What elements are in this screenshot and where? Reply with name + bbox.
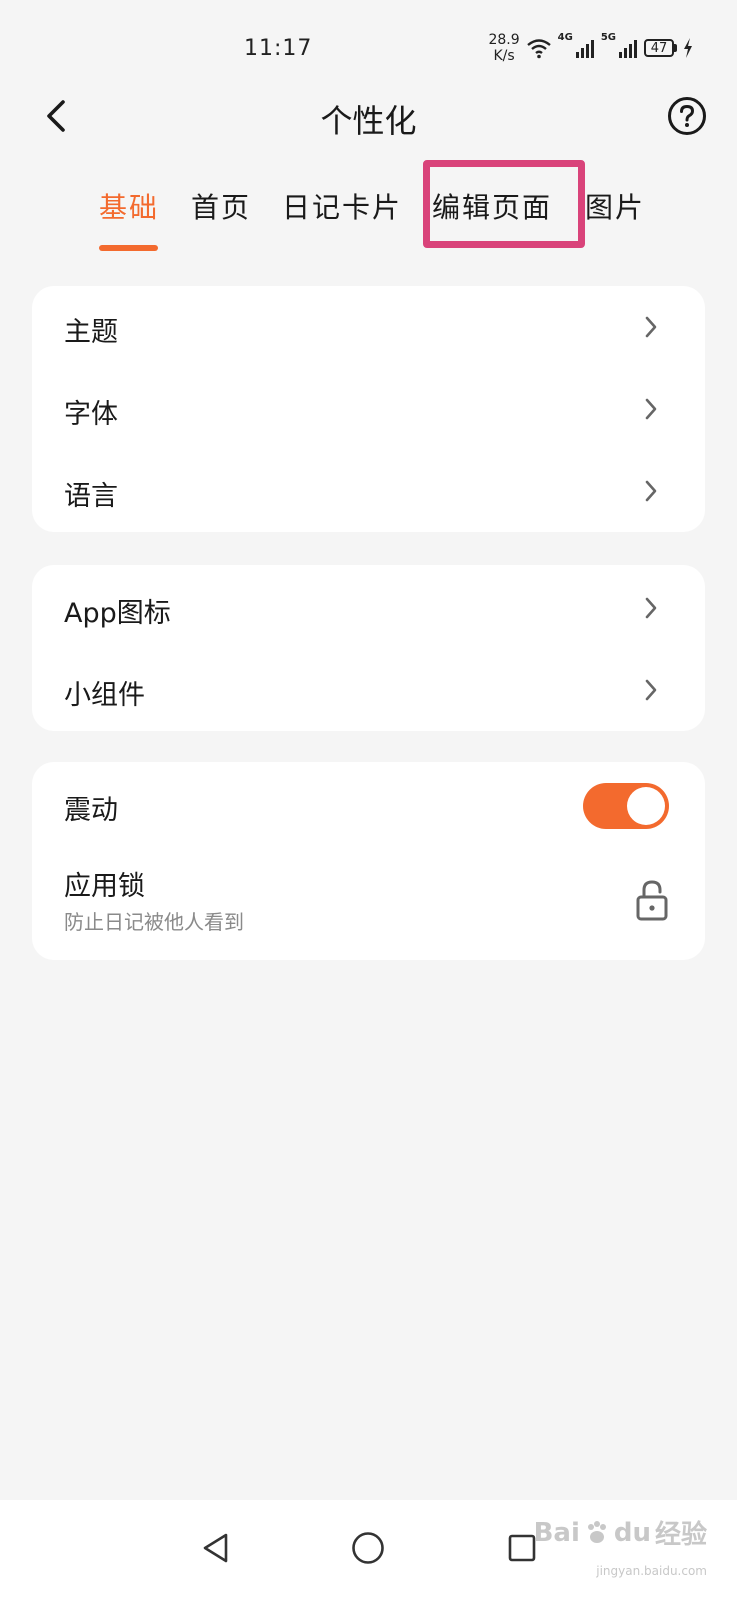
watermark-brand: Bai bbox=[533, 1517, 580, 1548]
page-title: 个性化 bbox=[320, 102, 417, 140]
tab-images[interactable]: 图片 bbox=[585, 186, 645, 226]
watermark-brand-suffix: du bbox=[613, 1517, 651, 1548]
charging-icon bbox=[684, 38, 692, 58]
tab-active-indicator bbox=[99, 245, 158, 251]
row-font-label: 字体 bbox=[64, 399, 118, 430]
chevron-right-icon bbox=[641, 478, 661, 504]
row-app-lock[interactable]: 应用锁 防止日记被他人看到 bbox=[32, 850, 705, 960]
row-widget[interactable]: 小组件 bbox=[32, 647, 705, 729]
row-vibration-label: 震动 bbox=[64, 795, 118, 826]
battery-level: 47 bbox=[644, 39, 674, 57]
status-bar: 11:17 28.9 K/s 4G 5G 47 bbox=[0, 0, 737, 96]
battery-indicator: 47 bbox=[644, 39, 677, 57]
chevron-right-icon bbox=[641, 595, 661, 621]
row-font[interactable]: 字体 bbox=[32, 368, 705, 450]
tab-home[interactable]: 首页 bbox=[191, 186, 251, 226]
chevron-right-icon bbox=[641, 677, 661, 703]
wifi-icon bbox=[526, 39, 551, 59]
row-language-label: 语言 bbox=[64, 481, 118, 512]
row-app-icon-label: App图标 bbox=[64, 598, 171, 629]
status-time: 11:17 bbox=[244, 36, 313, 61]
row-widget-label: 小组件 bbox=[64, 680, 145, 711]
row-app-icon[interactable]: App图标 bbox=[32, 565, 705, 647]
row-theme-label: 主题 bbox=[64, 317, 118, 348]
circle-home-icon bbox=[352, 1532, 384, 1564]
help-icon bbox=[668, 97, 706, 135]
nav-back-button[interactable] bbox=[196, 1528, 236, 1568]
vibration-toggle[interactable] bbox=[583, 783, 669, 829]
row-language[interactable]: 语言 bbox=[32, 450, 705, 532]
signal-2-tag: 5G bbox=[600, 32, 616, 43]
tab-bar: 基础 首页 日记卡片 编辑页面 图片 bbox=[0, 176, 737, 256]
nav-home-button[interactable] bbox=[348, 1528, 388, 1568]
header: 个性化 bbox=[0, 86, 737, 146]
toggle-knob bbox=[627, 787, 665, 825]
row-app-lock-desc: 防止日记被他人看到 bbox=[64, 910, 244, 934]
row-vibration: 震动 bbox=[32, 762, 705, 850]
watermark: Bai du 经验 bbox=[534, 1514, 707, 1551]
network-speed: 28.9 K/s bbox=[488, 32, 519, 64]
settings-card-appearance: 主题 字体 语言 bbox=[32, 286, 705, 532]
help-button[interactable] bbox=[667, 96, 707, 136]
highlight-box bbox=[423, 160, 585, 248]
row-app-lock-label: 应用锁 bbox=[64, 871, 145, 902]
watermark-brand-cn: 经验 bbox=[654, 1520, 707, 1550]
network-speed-unit: K/s bbox=[493, 48, 515, 64]
chevron-right-icon bbox=[641, 314, 661, 340]
paw-icon bbox=[587, 1520, 606, 1543]
settings-card-app: App图标 小组件 bbox=[32, 565, 705, 731]
watermark-url: jingyan.baidu.com bbox=[596, 1564, 707, 1578]
network-speed-value: 28.9 bbox=[488, 32, 520, 48]
signal-bars-1-icon bbox=[575, 40, 594, 58]
status-indicators: 28.9 K/s 4G 5G 47 bbox=[488, 32, 693, 64]
tab-diary-card[interactable]: 日记卡片 bbox=[282, 186, 402, 226]
square-recents-icon bbox=[508, 1534, 536, 1562]
settings-card-system: 震动 应用锁 防止日记被他人看到 bbox=[32, 762, 705, 960]
chevron-right-icon bbox=[641, 396, 661, 422]
tab-basic[interactable]: 基础 bbox=[99, 186, 159, 226]
lock-icon bbox=[636, 880, 668, 921]
row-theme[interactable]: 主题 bbox=[32, 286, 705, 368]
signal-1-tag: 4G bbox=[557, 32, 573, 43]
signal-bars-2-icon bbox=[619, 40, 637, 58]
battery-tip bbox=[674, 44, 677, 52]
triangle-back-icon bbox=[203, 1533, 228, 1563]
system-nav-bar: Bai du 经验 jingyan.baidu.com bbox=[0, 1500, 737, 1600]
